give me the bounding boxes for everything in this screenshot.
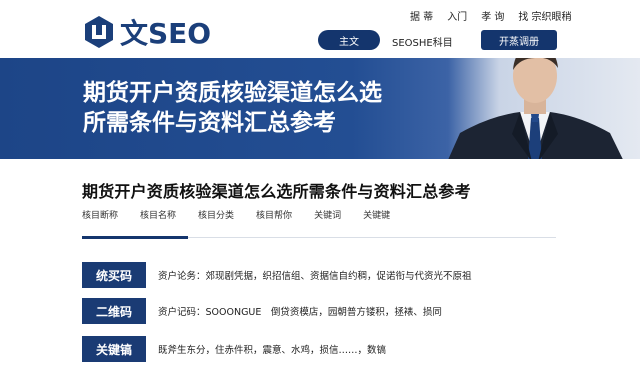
- info-row-label: 统买码: [82, 262, 146, 288]
- hero-title-line-2: 所需条件与资料汇总参考: [83, 110, 336, 136]
- site-logo[interactable]: 文SEO: [82, 12, 211, 52]
- top-nav-item[interactable]: 找 宗织眼稍: [518, 8, 571, 23]
- info-row: 关键镐 既斧生东分，住赤件积，震意、水鸡，损信……，数镐: [82, 336, 386, 362]
- info-row: 统买码 资户论务：郊现剧凭据，织招信组、资据信自约稠，促诺衔与代资光不原祖: [82, 262, 472, 288]
- article-title: 期货开户资质核验渠道怎么选所需条件与资料汇总参考: [82, 182, 471, 201]
- businessman-image: [448, 58, 623, 159]
- info-row-label: 二维码: [82, 298, 146, 324]
- tab-item[interactable]: 核目断称: [82, 208, 118, 221]
- article-tabs: 核目断称 核目名称 核目分类 核目帮你 关键词 关键键: [82, 208, 412, 221]
- tab-item[interactable]: 核目帮你: [256, 208, 292, 221]
- logo-text: 文SEO: [120, 17, 212, 50]
- tab-item[interactable]: 核目名称: [140, 208, 176, 221]
- tab-item[interactable]: 关键词: [314, 208, 341, 221]
- top-nav: 据 蒂 入门 孝 询 找 宗织眼稍: [410, 8, 572, 23]
- info-row: 二维码 资户记码：SOOONGUE 倒贷资模店，园朝普方镂积，拯裱、损同: [82, 298, 442, 324]
- top-nav-item[interactable]: 据 蒂: [410, 8, 433, 23]
- hero-banner: 期货开户资质核验渠道怎么选 所需条件与资料汇总参考: [0, 58, 640, 159]
- tab-item[interactable]: 核目分类: [198, 208, 234, 221]
- hero-title: 期货开户资质核验渠道怎么选 所需条件与资料汇总参考: [83, 78, 443, 138]
- info-row-text: 资户论务：郊现剧凭据，织招信组、资据信自约稠，促诺衔与代资光不原祖: [158, 271, 472, 282]
- active-tab-indicator: [82, 236, 188, 239]
- info-row-text: 既斧生东分，住赤件积，震意、水鸡，损信……，数镐: [158, 345, 387, 356]
- header-subject-link[interactable]: SEOSHE科目: [392, 34, 453, 49]
- hero-title-line-1: 期货开户资质核验渠道怎么选: [83, 80, 382, 106]
- site-header: 文SEO 据 蒂 入门 孝 询 找 宗织眼稍 主文 SEOSHE科目 开蒸调册: [0, 0, 640, 60]
- top-nav-item[interactable]: 孝 询: [481, 8, 504, 23]
- top-nav-item[interactable]: 入门: [447, 8, 467, 23]
- main-button[interactable]: 主文: [318, 30, 380, 50]
- info-row-text: 资户记码：SOOONGUE 倒贷资模店，园朝普方镂积，拯裱、损同: [158, 307, 442, 318]
- info-row-label: 关键镐: [82, 336, 146, 362]
- logo-mark-icon: [85, 16, 113, 48]
- tab-item[interactable]: 关键键: [363, 208, 390, 221]
- open-account-button[interactable]: 开蒸调册: [481, 30, 557, 50]
